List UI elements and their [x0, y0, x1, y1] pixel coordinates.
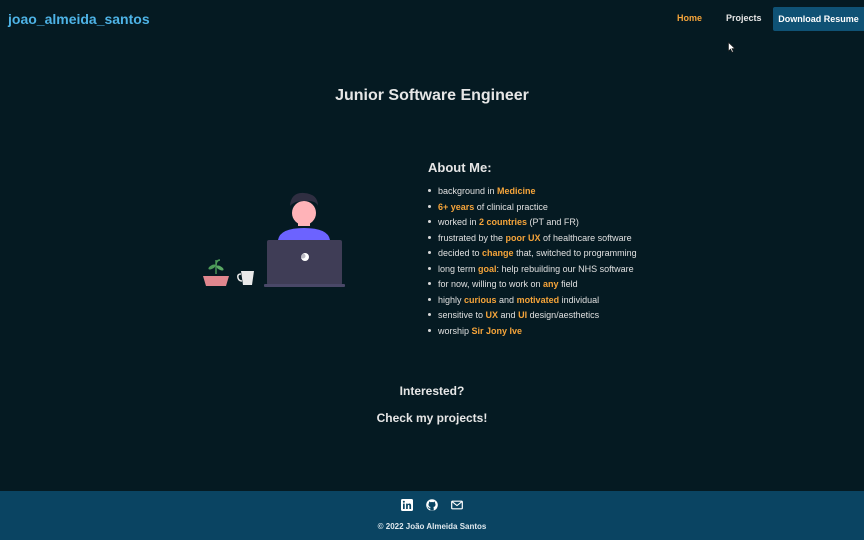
highlight-text: curious — [464, 294, 497, 305]
cup-icon — [237, 271, 254, 285]
about-item: long term goal: help rebuilding our NHS … — [428, 263, 688, 279]
plant-icon — [203, 259, 229, 286]
about-item: decided to change that, switched to prog… — [428, 247, 688, 263]
about-item: frustrated by the poor UX of healthcare … — [428, 232, 688, 248]
highlight-text: Medicine — [497, 186, 536, 196]
item-text: background in — [438, 186, 498, 196]
about-item: worked in 2 countries (PT and FR) — [428, 216, 688, 232]
about-section: About Me: background in Medicine 6+ years… — [428, 160, 688, 340]
github-icon[interactable] — [426, 499, 438, 511]
nav-home-link[interactable]: Home — [677, 13, 702, 23]
social-links — [400, 499, 466, 513]
highlight-text: motivated — [516, 294, 560, 305]
item-text: (PT and FR) — [527, 217, 579, 227]
item-text: : help rebuilding our NHS software — [496, 263, 634, 274]
item-text: frustrated by the — [438, 232, 506, 243]
highlight-text: any — [543, 279, 559, 289]
about-item: worship Sir Jony Ive — [428, 325, 688, 341]
highlight-text: change — [482, 248, 514, 258]
item-text: individual — [559, 294, 600, 305]
item-text: decided to — [438, 248, 483, 258]
highlight-text: 2 countries — [479, 217, 528, 227]
email-icon[interactable] — [451, 499, 463, 511]
item-text: long term — [438, 263, 479, 274]
nav-projects-link[interactable]: Projects — [726, 13, 762, 23]
item-text: field — [558, 279, 578, 289]
mouse-cursor-icon — [728, 42, 736, 53]
item-text: that, switched to programming — [513, 248, 637, 258]
brand-logo[interactable]: joao_almeida_santos — [8, 11, 150, 27]
item-text: and — [498, 310, 519, 320]
about-item: background in Medicine — [428, 185, 688, 201]
item-text: sensitive to — [438, 310, 486, 320]
item-text: and — [496, 294, 517, 305]
item-text: highly — [438, 294, 465, 305]
linkedin-icon[interactable] — [401, 499, 413, 511]
laptop-icon — [264, 240, 345, 287]
about-item: highly curious and motivated individual — [428, 294, 688, 310]
check-projects-link[interactable]: Check my projects! — [0, 411, 864, 425]
interested-text: Interested? — [399, 384, 465, 398]
item-text: of healthcare software — [540, 232, 632, 243]
item-text: of clinical practice — [474, 201, 548, 212]
item-text: design/aesthetics — [527, 310, 600, 320]
item-text: for now, willing to work on — [438, 279, 544, 289]
highlight-text: Sir Jony Ive — [471, 325, 523, 336]
about-item: for now, willing to work on any field — [428, 278, 688, 294]
copyright-text: © 2022 João Almeida Santos — [377, 522, 487, 531]
about-list: background in Medicine 6+ years of clinic… — [428, 185, 688, 340]
about-item: sensitive to UX and UI design/aesthetics — [428, 309, 688, 325]
highlight-text: UX — [485, 310, 499, 320]
highlight-text: UI — [518, 310, 528, 320]
item-text: worked in — [438, 217, 480, 227]
highlight-text: goal — [478, 263, 497, 274]
page-title: Junior Software Engineer — [335, 87, 529, 104]
highlight-text: poor UX — [505, 232, 541, 243]
footer: © 2022 João Almeida Santos — [0, 491, 864, 540]
download-resume-button[interactable]: Download Resume — [773, 7, 864, 31]
highlight-text: 6+ years — [438, 201, 475, 212]
developer-illustration — [203, 192, 345, 287]
about-heading: About Me: — [428, 160, 492, 175]
top-nav: joao_almeida_santos Home Projects Downlo… — [0, 0, 864, 38]
about-item: 6+ years of clinical practice — [428, 201, 688, 217]
item-text: worship — [438, 325, 472, 336]
person-icon — [278, 192, 330, 240]
